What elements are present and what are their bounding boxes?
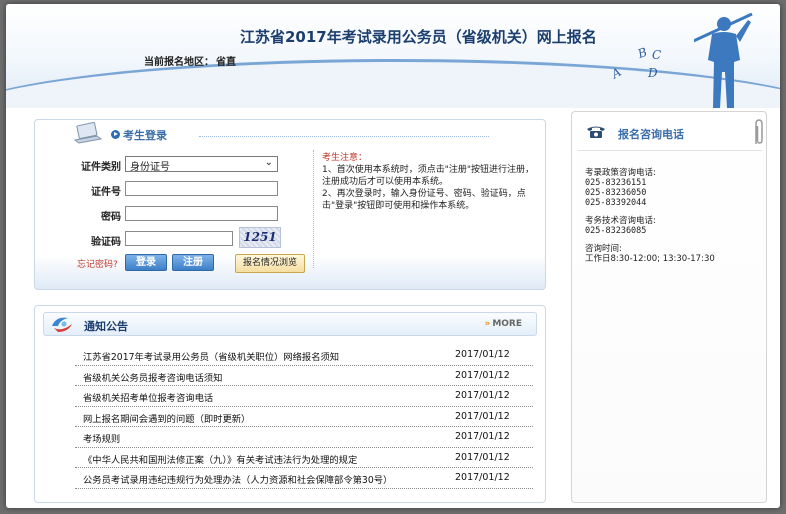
id-number-label: 证件号 <box>91 187 121 198</box>
captcha-input[interactable] <box>125 231 233 246</box>
notice-title-text[interactable]: 网上报名期间会遇到的问题（即时更新） <box>83 411 250 425</box>
login-header-line <box>199 136 489 137</box>
hours-label: 咨询时间: <box>585 244 622 254</box>
notice-title-text[interactable]: 《中华人民共和国刑法修正案（九）》有关考试违法行为处理的规定 <box>83 452 357 466</box>
login-header: 考生登录 <box>53 122 489 148</box>
notice-title: 考生注意： <box>322 153 368 163</box>
forgot-password-link[interactable]: 忘记密码? <box>77 257 118 270</box>
notice-date: 2017/01/12 <box>455 472 510 483</box>
notice-date: 2017/01/12 <box>455 410 510 422</box>
notice-date: 2017/01/12 <box>455 390 510 401</box>
contact-panel: 报名咨询电话 考录政策咨询电话: 025-83236151 025-832360… <box>571 111 767 503</box>
notice-date: 2017/01/12 <box>455 369 510 381</box>
login-title: 考生登录 <box>123 129 167 142</box>
notice-item[interactable]: 省级机关公务员报考咨询电话须知 2017/01/12 <box>75 366 533 386</box>
login-button[interactable]: 登录 <box>125 254 167 271</box>
double-arrow-icon: » <box>484 319 491 329</box>
phone-icon <box>587 126 605 138</box>
notice-item[interactable]: 省级机关招考单位报考咨询电话 2017/01/12 <box>75 386 533 407</box>
region-value: 省直 <box>216 57 236 68</box>
letter-a: A <box>609 64 624 82</box>
letter-b: B <box>635 44 649 62</box>
login-panel: 考生登录 证件类别 身份证号 ⌄ 证件号 密码 验证码 1251 忘记密码? 登… <box>34 119 546 290</box>
tech-phone-label: 考务技术咨询电话: <box>585 216 656 226</box>
notices-panel: 通知公告 » MORE 江苏省2017年考试录用公务员（省级机关职位）网络报名须知… <box>34 305 546 503</box>
arrow-bullet-icon <box>111 130 120 139</box>
notice-item[interactable]: 公务员考试录用违纪违规行为处理办法（人力资源和社会保障部令第30号） 2017/… <box>75 468 533 489</box>
letter-d: D <box>648 66 658 80</box>
policy-phone: 025-83236151 <box>585 178 647 188</box>
policy-phone: 025-83236050 <box>585 188 647 198</box>
id-number-input[interactable] <box>125 181 278 196</box>
id-type-value: 身份证号 <box>130 162 170 173</box>
login-notice: 考生注意： 1、首次使用本系统时，须点击"注册"按钮进行注册，注册成功后才可以使… <box>322 152 537 212</box>
more-label: MORE <box>492 319 522 329</box>
chevron-down-icon: ⌄ <box>264 157 273 168</box>
announcement-logo-icon <box>52 317 72 332</box>
login-divider <box>313 150 314 268</box>
notice-date: 2017/01/12 <box>455 431 510 442</box>
notices-header: 通知公告 » MORE <box>43 312 537 336</box>
contact-separator <box>578 150 762 151</box>
notices-list: 江苏省2017年考试录用公务员（省级机关职位）网络报名须知 2017/01/12… <box>75 345 533 489</box>
page-title: 江苏省2017年考试录用公务员（省级机关）网上报名 <box>240 28 597 46</box>
notice-line-2: 2、再次登录时，输入身份证号、密码、验证码，点击"登录"按钮即可使用和操作本系统… <box>322 189 526 211</box>
abcd-decoration: A B C D <box>606 44 666 86</box>
contact-title: 报名咨询电话 <box>618 128 684 141</box>
notice-item[interactable]: 网上报名期间会遇到的问题（即时更新） 2017/01/12 <box>75 407 533 427</box>
id-type-select[interactable]: 身份证号 ⌄ <box>125 156 278 173</box>
notice-title-text[interactable]: 江苏省2017年考试录用公务员（省级机关职位）网络报名须知 <box>83 349 339 363</box>
laptop-icon <box>73 122 103 144</box>
notices-title: 通知公告 <box>84 320 128 333</box>
hours-value: 工作日8:30-12:00; 13:30-17:30 <box>585 254 715 264</box>
notice-title-text[interactable]: 考场规则 <box>83 431 120 445</box>
paperclip-icon <box>755 119 763 144</box>
page-header: 江苏省2017年考试录用公务员（省级机关）网上报名 当前报名地区： 省直 A B … <box>6 4 780 108</box>
browser-frame: 江苏省2017年考试录用公务员（省级机关）网上报名 当前报名地区： 省直 A B … <box>6 4 780 508</box>
password-label: 密码 <box>101 212 121 223</box>
contact-header: 报名咨询电话 <box>586 119 763 144</box>
notice-date: 2017/01/12 <box>455 451 510 463</box>
notice-title-text[interactable]: 省级机关招考单位报考咨询电话 <box>83 390 213 404</box>
person-silhouette-icon <box>694 12 753 108</box>
notice-line-1: 1、首次使用本系统时，须点击"注册"按钮进行注册，注册成功后才可以使用本系统。 <box>322 165 535 187</box>
contact-details: 考录政策咨询电话: 025-83236151 025-83236050 025-… <box>585 168 715 264</box>
more-link[interactable]: » MORE <box>484 319 522 329</box>
notice-date: 2017/01/12 <box>455 349 510 360</box>
captcha-label: 验证码 <box>91 237 121 248</box>
region-indicator: 当前报名地区： 省直 <box>144 53 236 68</box>
register-button[interactable]: 注册 <box>172 254 214 271</box>
policy-phone-label: 考录政策咨询电话: <box>585 168 656 178</box>
browse-status-button[interactable]: 报名情况浏览 <box>235 254 305 273</box>
notice-item[interactable]: 《中华人民共和国刑法修正案（九）》有关考试违法行为处理的规定 2017/01/1… <box>75 448 533 468</box>
notice-title-text[interactable]: 公务员考试录用违纪违规行为处理办法（人力资源和社会保障部令第30号） <box>83 472 392 486</box>
notice-item[interactable]: 江苏省2017年考试录用公务员（省级机关职位）网络报名须知 2017/01/12 <box>75 345 533 366</box>
password-input[interactable] <box>125 206 278 221</box>
notice-title-text[interactable]: 省级机关公务员报考咨询电话须知 <box>83 370 222 384</box>
policy-phone: 025-83392044 <box>585 198 647 208</box>
letter-c: C <box>652 48 662 62</box>
id-type-label: 证件类别 <box>81 162 121 173</box>
captcha-image[interactable]: 1251 <box>239 227 281 248</box>
tech-phone: 025-83236085 <box>585 226 647 236</box>
region-label: 当前报名地区： <box>144 57 214 68</box>
notice-item[interactable]: 考场规则 2017/01/12 <box>75 427 533 448</box>
